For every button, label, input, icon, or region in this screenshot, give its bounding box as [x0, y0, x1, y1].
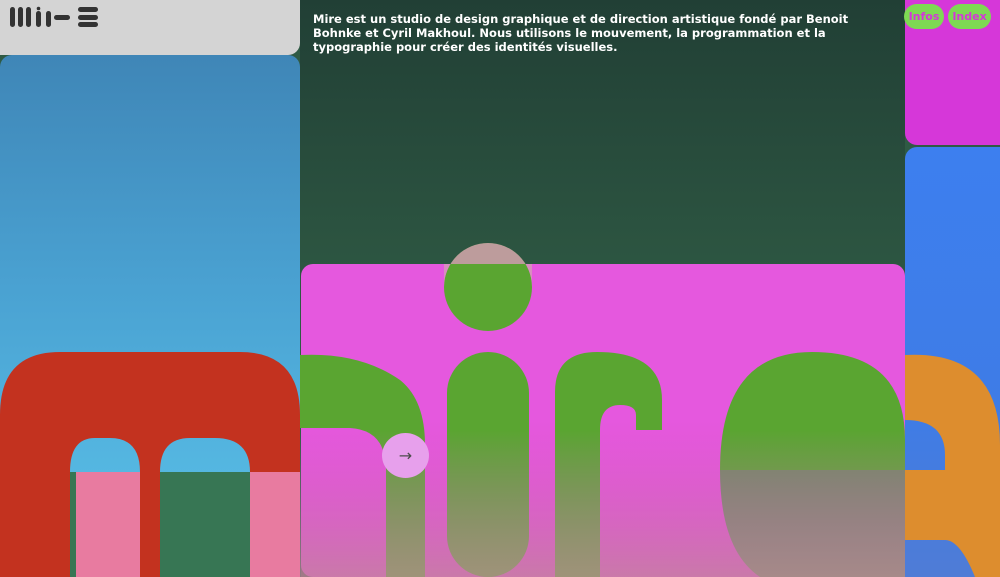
arrow-right-icon: → — [398, 446, 413, 465]
studio-intro: Mire est un studio de design graphique e… — [313, 12, 849, 54]
logo-box — [0, 0, 300, 55]
mire-logo[interactable] — [10, 6, 102, 27]
infos-button[interactable]: Infos — [904, 4, 944, 29]
letter-m — [0, 352, 300, 577]
hero-wordmark — [0, 243, 1000, 577]
index-button[interactable]: Index — [948, 4, 991, 29]
next-arrow-button[interactable]: → — [382, 433, 429, 478]
